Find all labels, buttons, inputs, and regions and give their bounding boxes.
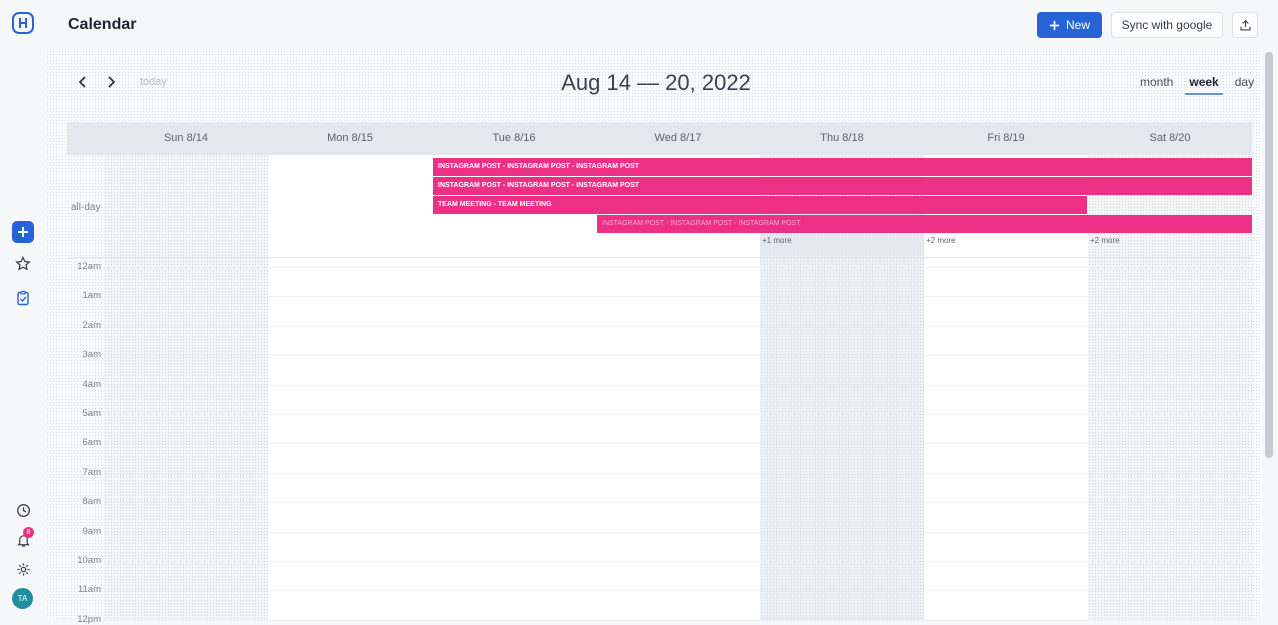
hour-label: 11am [77,584,101,596]
scrollbar-thumb[interactable] [1265,52,1273,458]
event-bar[interactable]: INSTAGRAM POST - INSTAGRAM POST - INSTAG… [433,177,1252,195]
hour-line [104,325,1252,327]
event-bar[interactable]: INSTAGRAM POST - INSTAGRAM POST - INSTAG… [433,158,1252,176]
day-header[interactable]: Fri 8/19 [924,122,1088,155]
all-day-divider [67,257,1252,258]
day-column-tue[interactable] [432,155,596,620]
day-column-mon[interactable] [268,155,432,620]
event-bar[interactable]: INSTAGRAM POST - INSTAGRAM POST - INSTAG… [597,215,1252,233]
sync-google-button[interactable]: Sync with google [1111,12,1223,38]
new-button-label: New [1065,18,1090,32]
hour-line [104,267,1252,268]
all-day-label: all-day [71,202,101,213]
event-bar[interactable]: TEAM MEETING - TEAM MEETING [433,196,1087,214]
hour-label: 3am [82,349,101,361]
share-button[interactable] [1232,12,1258,38]
hour-line [104,472,1252,474]
hour-line [104,590,1252,592]
view-month[interactable]: month [1140,75,1173,95]
hour-line [104,561,1252,562]
notification-badge: 8 [23,527,34,538]
more-events-link[interactable]: +2 more [1090,236,1120,245]
day-header[interactable]: Thu 8/18 [760,122,924,155]
hour-label: 4am [82,378,101,390]
hour-label: 12am [77,261,101,272]
hour-line [104,443,1252,445]
hour-label: 2am [82,319,101,331]
day-header[interactable]: Tue 8/16 [432,122,596,155]
week-grid: Sun 8/14 Mon 8/15 Tue 8/16 Wed 8/17 Thu … [67,122,1252,625]
upload-icon [1239,19,1251,31]
new-button[interactable]: New [1037,12,1102,38]
day-header[interactable]: Sun 8/14 [104,122,268,155]
vertical-scrollbar[interactable] [1262,50,1278,620]
top-bar: Calendar New Sync with google [46,0,1278,50]
plus-icon[interactable] [12,221,34,243]
more-events-link[interactable]: +1 more [760,235,923,255]
plus-icon [1049,20,1060,30]
hour-label: 5am [82,408,101,419]
star-icon[interactable] [12,253,34,275]
more-events-link[interactable]: +2 more [926,236,956,245]
hour-label: 12pm [77,613,101,625]
app-logo-icon[interactable] [11,11,35,35]
view-switcher: month week day [1140,75,1254,95]
hour-line [104,502,1252,504]
hour-line [104,414,1252,415]
day-header[interactable]: Mon 8/15 [268,122,432,155]
view-week[interactable]: week [1185,75,1223,95]
day-header-row: Sun 8/14 Mon 8/15 Tue 8/16 Wed 8/17 Thu … [67,122,1252,155]
hour-label: 8am [82,496,101,508]
clipboard-check-icon[interactable] [12,287,34,309]
hour-label: 7am [82,466,101,478]
hour-line [104,384,1252,386]
day-header[interactable]: Wed 8/17 [596,122,760,155]
hour-line [104,296,1252,298]
page-title: Calendar [68,16,137,33]
hour-line [104,355,1252,357]
hour-label: 1am [82,290,101,302]
gear-icon[interactable] [12,558,34,580]
day-header[interactable]: Sat 8/20 [1088,122,1252,155]
hour-label: 6am [82,437,101,449]
date-range-title: Aug 14 — 20, 2022 [561,70,751,95]
view-day[interactable]: day [1235,75,1254,95]
hour-label: 9am [82,525,101,537]
hour-label: 10am [77,555,101,566]
hour-line [104,531,1252,533]
avatar[interactable]: TA [12,588,33,609]
day-column-sun[interactable] [104,155,268,620]
clock-icon[interactable] [12,499,34,521]
